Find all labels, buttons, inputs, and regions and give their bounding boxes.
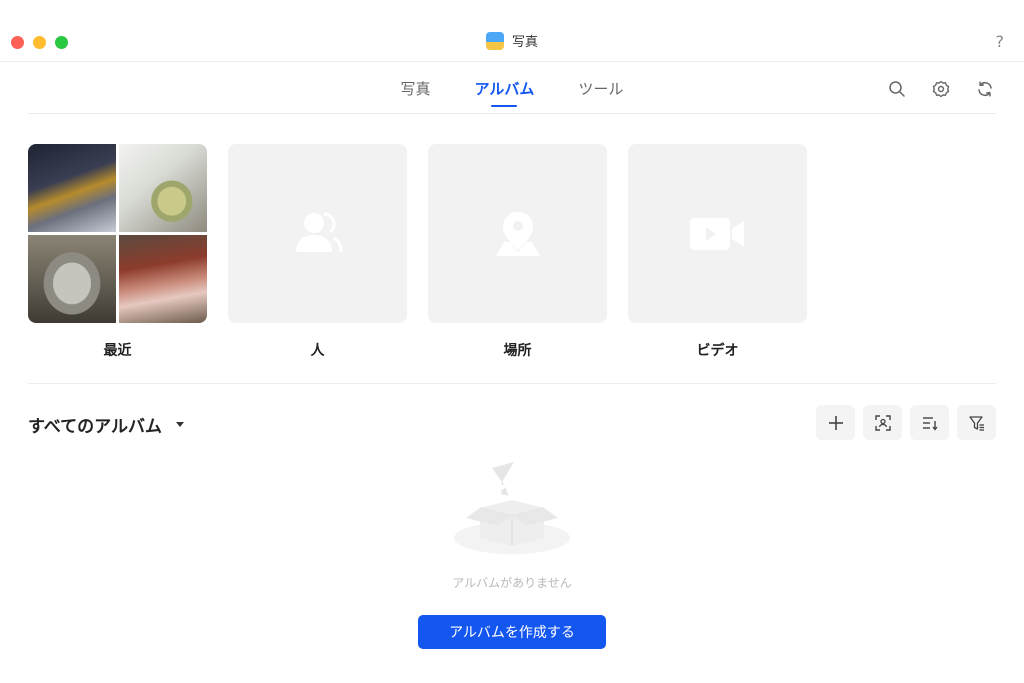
- card-label: 最近: [103, 343, 132, 359]
- recent-photo-thumbnail: [119, 144, 207, 232]
- settings-icon[interactable]: [930, 78, 952, 100]
- help-button[interactable]: ?: [996, 32, 1005, 51]
- card-label: ビデオ: [696, 343, 739, 359]
- all-albums-dropdown[interactable]: すべてのアルバム: [28, 412, 184, 437]
- face-scan-button[interactable]: [863, 405, 902, 440]
- tab-photos[interactable]: 写真: [401, 78, 431, 111]
- sort-icon: [922, 416, 938, 431]
- card-people[interactable]: 人: [228, 144, 407, 360]
- recent-photo-thumbnail: [28, 235, 116, 323]
- sort-button[interactable]: [910, 405, 949, 440]
- filter-button[interactable]: [957, 405, 996, 440]
- caret-down-icon: [175, 422, 184, 427]
- album-toolbar: [816, 405, 996, 440]
- all-albums-title: すべてのアルバム: [28, 417, 162, 437]
- empty-box-illustration: [454, 462, 570, 554]
- filter-icon: [968, 415, 984, 431]
- recent-photo-mosaic: [28, 144, 207, 323]
- card-recent[interactable]: 最近: [28, 144, 207, 360]
- add-icon: [828, 415, 843, 430]
- card-label: 人: [310, 343, 325, 359]
- search-icon[interactable]: [886, 78, 908, 100]
- title-bar: 写真 ?: [0, 0, 1024, 62]
- places-thumbnail: [428, 144, 607, 323]
- main-tabs: 写真 アルバム ツール: [0, 78, 1024, 111]
- location-pin-icon: [495, 211, 540, 256]
- nav-divider: [28, 113, 996, 114]
- face-scan-icon: [874, 414, 891, 431]
- empty-state: アルバムがありません アルバムを作成する: [0, 460, 1024, 649]
- nav-actions: [886, 78, 996, 100]
- window-title: 写真: [0, 31, 1024, 50]
- recent-photo-thumbnail: [119, 235, 207, 323]
- people-thumbnail: [228, 144, 407, 323]
- tab-albums[interactable]: アルバム: [475, 78, 535, 111]
- card-label: 場所: [503, 343, 532, 359]
- sync-icon[interactable]: [974, 78, 996, 100]
- photos-app-icon: [485, 31, 504, 50]
- video-icon: [689, 217, 744, 250]
- card-video[interactable]: ビデオ: [628, 144, 807, 360]
- section-divider: [28, 383, 996, 384]
- recent-photo-thumbnail: [28, 144, 116, 232]
- add-album-button[interactable]: [816, 405, 855, 440]
- tab-tools[interactable]: ツール: [578, 78, 623, 111]
- create-album-button[interactable]: アルバムを作成する: [418, 615, 606, 649]
- window-title-text: 写真: [511, 35, 538, 50]
- empty-message: アルバムがありません: [452, 576, 572, 590]
- album-category-cards: 最近 人 場所 ビデオ: [28, 144, 807, 360]
- person-icon: [295, 212, 342, 252]
- video-thumbnail: [628, 144, 807, 323]
- card-places[interactable]: 場所: [428, 144, 607, 360]
